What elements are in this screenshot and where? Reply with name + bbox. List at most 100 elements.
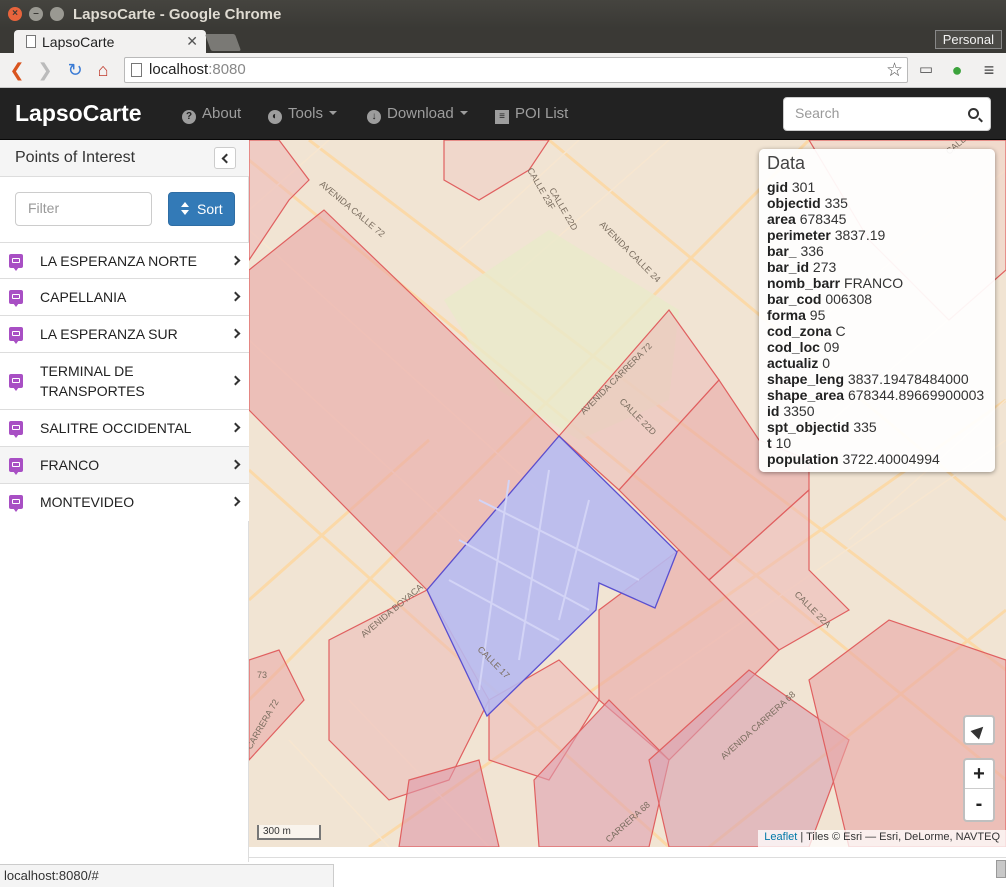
nav-tools[interactable]: ◐ Tools: [268, 105, 338, 124]
menu-icon[interactable]: ≡: [978, 59, 1000, 81]
list-item[interactable]: CAPELLANIA: [0, 279, 249, 316]
chevron-right-icon: [230, 255, 241, 266]
data-row: spt_objectid 335: [767, 419, 877, 435]
search-field[interactable]: [783, 97, 991, 131]
street-label-13: 73: [257, 670, 267, 680]
list-item[interactable]: LA ESPERANZA SUR: [0, 316, 249, 353]
data-panel-title: Data: [767, 153, 806, 173]
map-view[interactable]: AVENIDA CALLE 72 CALLE 23F CALLE 22D AVE…: [249, 140, 1006, 847]
data-row: cod_zona C: [767, 323, 846, 339]
map-scale-bar: 300 m: [257, 825, 321, 840]
street-label-2: CALLE 22D: [547, 186, 580, 233]
cloud-download-icon: ↓: [367, 110, 381, 124]
filter-input[interactable]: [28, 200, 138, 216]
list-item[interactable]: FRANCO: [0, 447, 249, 484]
feature-data-panel: Data gid 301 objectid 335 area 678345 pe…: [759, 149, 995, 472]
chevron-right-icon: [230, 375, 241, 386]
forward-icon[interactable]: ❯: [34, 59, 56, 81]
app-navbar: LapsoCarte ? About ◐ Tools ↓ Download ≡ POI …: [0, 88, 1006, 140]
status-bar-url: localhost:8080/#: [0, 864, 334, 887]
data-row: bar_ 336: [767, 243, 824, 259]
map-marker-icon: [9, 374, 23, 391]
home-icon[interactable]: ⌂: [92, 59, 114, 81]
caret-down-icon: [459, 111, 468, 115]
new-tab-button[interactable]: [204, 34, 242, 51]
profile-button[interactable]: Personal: [934, 30, 1002, 49]
list-item[interactable]: TERMINAL DE TRANSPORTES: [0, 353, 249, 410]
list-item[interactable]: SALITRE OCCIDENTAL: [0, 410, 249, 447]
zoom-control: + -: [963, 758, 995, 822]
data-panel-rows: gid 301 objectid 335 area 678345 perimet…: [767, 179, 984, 467]
sidebar-title: Points of Interest: [15, 149, 136, 166]
browser-tab[interactable]: LapsoCarte ✕: [14, 30, 206, 53]
bookmark-star-icon[interactable]: ☆: [886, 59, 903, 82]
locate-me-button[interactable]: [963, 715, 995, 745]
data-row: t 10: [767, 435, 792, 451]
window-close-button[interactable]: ×: [8, 7, 22, 21]
chevron-right-icon: [230, 328, 241, 339]
tab-close-icon[interactable]: ✕: [186, 33, 198, 50]
zoom-in-button[interactable]: +: [965, 760, 993, 789]
data-row: objectid 335: [767, 195, 848, 211]
search-icon[interactable]: [968, 108, 979, 119]
data-row: perimeter 3837.19: [767, 227, 886, 243]
leaflet-link[interactable]: Leaflet: [764, 831, 797, 843]
cast-icon[interactable]: ▭: [915, 59, 937, 81]
window-minimize-button[interactable]: –: [29, 7, 43, 21]
list-item[interactable]: MONTEVIDEO: [0, 484, 249, 521]
tab-title: LapsoCarte: [42, 34, 115, 50]
sort-button[interactable]: Sort: [168, 192, 235, 226]
map-marker-icon: [9, 327, 23, 344]
poi-list: LA ESPERANZA NORTE CAPELLANIA LA ESPERAN…: [0, 242, 249, 521]
data-row: gid 301: [767, 179, 816, 195]
reload-icon[interactable]: ↻: [64, 59, 86, 81]
search-input[interactable]: [795, 105, 955, 121]
app-brand[interactable]: LapsoCarte: [15, 100, 142, 127]
nav-about[interactable]: ? About: [182, 105, 241, 124]
resize-handle[interactable]: [996, 860, 1006, 878]
data-row: population 3722.40004994: [767, 451, 940, 467]
map-marker-icon: [9, 421, 23, 438]
url-text: localhost:8080: [149, 61, 246, 78]
nav-download[interactable]: ↓ Download: [367, 105, 468, 124]
nav-poi-list[interactable]: ≡ POI List: [495, 105, 568, 124]
bottom-panel: [249, 857, 1006, 887]
tab-strip: LapsoCarte ✕ Personal: [0, 28, 1006, 53]
data-row: bar_id 273: [767, 259, 837, 275]
chevron-right-icon: [230, 459, 241, 470]
caret-down-icon: [329, 111, 338, 115]
data-row: area 678345: [767, 211, 847, 227]
globe-icon: ◐: [268, 110, 282, 124]
poi-sidebar: Points of Interest Sort LA ESPERANZA NOR…: [0, 140, 249, 862]
extension-icon[interactable]: ●: [946, 59, 968, 81]
back-icon[interactable]: ❮: [6, 59, 28, 81]
chevron-right-icon: [230, 422, 241, 433]
data-row: id 3350: [767, 403, 815, 419]
address-bar[interactable]: localhost:8080 ☆: [124, 57, 908, 83]
filter-field[interactable]: [15, 192, 152, 226]
map-marker-icon: [9, 495, 23, 512]
map-marker-icon: [9, 458, 23, 475]
data-row: shape_area 678344.89669900003: [767, 387, 985, 403]
data-row: actualiz 0: [767, 355, 831, 371]
chevron-right-icon: [230, 291, 241, 302]
chevron-right-icon: [230, 496, 241, 507]
map-marker-icon: [9, 254, 23, 271]
data-row: cod_loc 09: [767, 339, 840, 355]
zoom-out-button[interactable]: -: [965, 790, 993, 819]
data-row: shape_leng 3837.19478484000: [767, 371, 969, 387]
browser-toolbar: ❮ ❯ ↻ ⌂ localhost:8080 ☆ ▭ ● ≡: [0, 53, 1006, 88]
window-titlebar: × – LapsoCarte - Google Chrome: [0, 0, 1006, 28]
page-info-icon[interactable]: [131, 63, 142, 77]
sidebar-collapse-button[interactable]: [214, 147, 236, 169]
data-row: bar_cod 006308: [767, 291, 873, 307]
sort-icon: [181, 202, 189, 216]
window-title: LapsoCarte - Google Chrome: [73, 6, 282, 23]
question-icon: ?: [182, 110, 196, 124]
page-icon: [26, 35, 36, 48]
list-icon: ≡: [495, 110, 509, 124]
map-marker-icon: [9, 290, 23, 307]
window-maximize-button[interactable]: [50, 7, 64, 21]
data-row: forma 95: [767, 307, 826, 323]
list-item[interactable]: LA ESPERANZA NORTE: [0, 242, 249, 279]
